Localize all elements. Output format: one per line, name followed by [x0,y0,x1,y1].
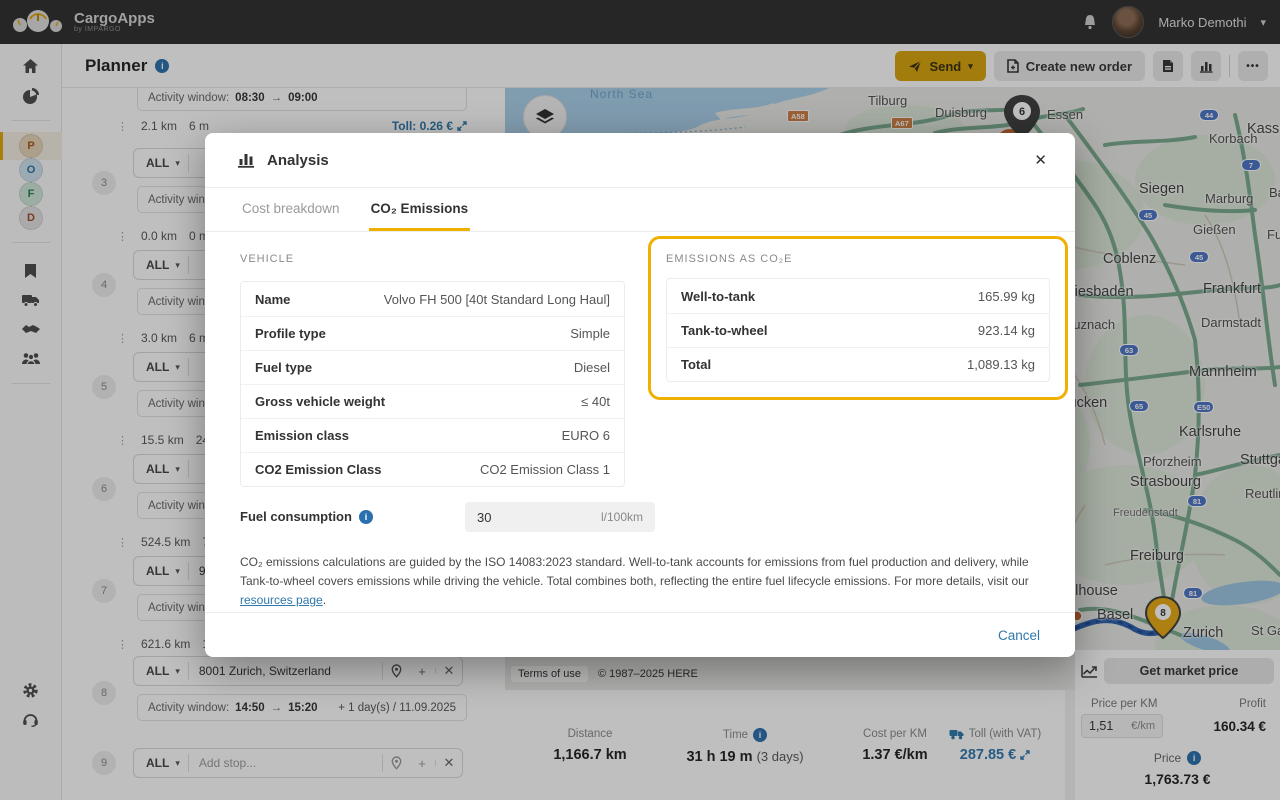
cancel-button[interactable]: Cancel [998,628,1040,643]
fuel-consumption-label: Fuel consumption [240,509,352,524]
modal-header: Analysis ✕ [205,133,1075,188]
emissions-row-value: 923.14 kg [978,323,1035,338]
vehicle-section-label: VEHICLE [240,253,294,265]
emissions-note: CO₂ emissions calculations are guided by… [240,553,1045,610]
emissions-row: Well-to-tank 165.99 kg [667,279,1049,313]
fuel-consumption-input[interactable]: 30 l/100km [465,502,655,532]
modal-title: Analysis [267,152,329,169]
vehicle-row: Gross vehicle weight ≤ 40t [241,384,624,418]
emissions-row-value: 165.99 kg [978,289,1035,304]
vehicle-row-label: Gross vehicle weight [255,394,385,409]
emissions-row-label: Well-to-tank [681,289,755,304]
vehicle-table: Name Volvo FH 500 [40t Standard Long Haul… [240,281,625,487]
note-text-end: . [323,593,326,607]
vehicle-row-label: Emission class [255,428,349,443]
modal-footer: Cancel [205,612,1075,657]
vehicle-row-label: Name [255,292,290,307]
vehicle-row: Profile type Simple [241,316,624,350]
fuel-consumption-unit: l/100km [601,510,643,524]
tab-co2-emissions[interactable]: CO₂ Emissions [369,188,471,231]
vehicle-row-label: CO2 Emission Class [255,462,381,477]
emissions-row: Total 1,089.13 kg [667,347,1049,381]
emissions-highlight-box: EMISSIONS AS CO₂E Well-to-tank 165.99 kg … [648,236,1068,400]
fuel-consumption-value: 30 [477,510,491,525]
vehicle-row: Name Volvo FH 500 [40t Standard Long Haul… [241,282,624,316]
modal-tabs: Cost breakdown CO₂ Emissions [205,188,1075,232]
vehicle-row-value: EURO 6 [562,428,610,443]
note-text: CO₂ emissions calculations are guided by… [240,555,1029,588]
vehicle-row-value: ≤ 40t [581,394,610,409]
emissions-row-label: Tank-to-wheel [681,323,767,338]
vehicle-row-value: Volvo FH 500 [40t Standard Long Haul] [384,292,610,307]
analysis-bar-chart-icon [237,152,255,168]
emissions-row-label: Total [681,357,711,372]
vehicle-row-value: CO2 Emission Class 1 [480,462,610,477]
emissions-row-value: 1,089.13 kg [967,357,1035,372]
vehicle-row-value: Diesel [574,360,610,375]
emissions-section-label: EMISSIONS AS CO₂E [666,253,1050,265]
tab-cost-breakdown[interactable]: Cost breakdown [240,188,342,231]
vehicle-row: CO2 Emission Class CO2 Emission Class 1 [241,452,624,486]
vehicle-row: Fuel type Diesel [241,350,624,384]
vehicle-row-label: Profile type [255,326,326,341]
resources-page-link[interactable]: resources page [240,593,323,607]
vehicle-row: Emission class EURO 6 [241,418,624,452]
vehicle-row-label: Fuel type [255,360,312,375]
fuel-consumption-row: Fuel consumption i 30 l/100km [240,509,625,524]
fuel-info-icon[interactable]: i [359,510,373,524]
analysis-modal: Analysis ✕ Cost breakdown CO₂ Emissions … [205,133,1075,657]
emissions-row: Tank-to-wheel 923.14 kg [667,313,1049,347]
vehicle-row-value: Simple [570,326,610,341]
emissions-table: Well-to-tank 165.99 kg Tank-to-wheel 923.1… [666,278,1050,382]
modal-close-icon[interactable]: ✕ [1034,151,1047,169]
